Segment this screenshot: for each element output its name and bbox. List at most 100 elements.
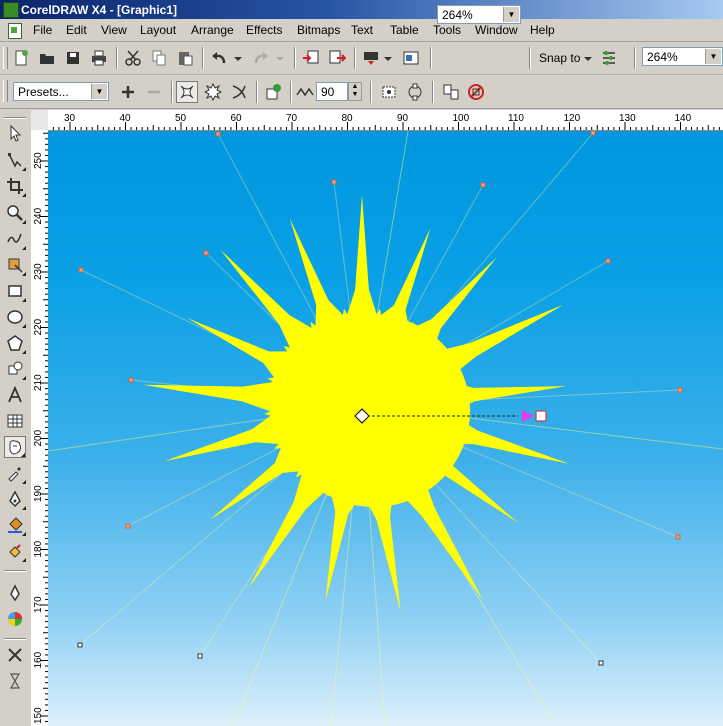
redo-button[interactable]: [250, 47, 272, 69]
polygon-tool-button[interactable]: [4, 332, 26, 354]
node-handle[interactable]: [215, 131, 221, 137]
pick-tool-button[interactable]: [4, 122, 26, 144]
menu-help[interactable]: Help: [530, 23, 555, 37]
node-handle[interactable]: [480, 182, 486, 188]
chevron-down-icon[interactable]: ▼: [503, 7, 519, 22]
presets-combo[interactable]: Presets... ▼: [13, 82, 109, 101]
menu-text[interactable]: Text: [351, 23, 373, 37]
convert-to-curves-button[interactable]: [404, 81, 426, 103]
horizontal-ruler[interactable]: 30 40 50 60 70 80 90 100 110 120 130 140: [48, 110, 723, 131]
menu-effects[interactable]: Effects: [246, 23, 282, 37]
ellipse-tool-button[interactable]: [4, 306, 26, 328]
paste-button[interactable]: [174, 47, 196, 69]
toolbar-grip[interactable]: [3, 47, 8, 69]
eyedropper-tool-button[interactable]: [4, 462, 26, 484]
text-tool-button[interactable]: [4, 384, 26, 406]
ruler-origin-corner[interactable]: [31, 110, 49, 131]
vertical-ruler[interactable]: 250 240 230 220 210 200 190 180 170 160 150: [31, 130, 49, 726]
copy-button[interactable]: [148, 47, 170, 69]
node-handle[interactable]: [331, 179, 337, 185]
zipper-distortion-button[interactable]: [202, 81, 224, 103]
copy-distortion-properties-button[interactable]: [440, 81, 462, 103]
menu-view[interactable]: View: [101, 23, 127, 37]
menu-file[interactable]: File: [33, 23, 52, 37]
toolbar-grip[interactable]: [3, 80, 8, 102]
snap-to-dropdown[interactable]: [582, 47, 594, 69]
color-palette-button[interactable]: [4, 608, 26, 630]
table-tool-button[interactable]: [4, 410, 26, 432]
node-handle[interactable]: [598, 660, 604, 666]
menu-arrange[interactable]: Arrange: [191, 23, 234, 37]
new-document-button[interactable]: [10, 47, 32, 69]
hourglass-button[interactable]: [4, 670, 26, 692]
export-button[interactable]: [326, 47, 348, 69]
options-button[interactable]: [598, 47, 620, 69]
add-preset-button[interactable]: [117, 81, 139, 103]
node-handle[interactable]: [125, 523, 131, 529]
amplitude-input[interactable]: 90: [316, 82, 348, 101]
drawing-canvas[interactable]: [48, 131, 723, 726]
redo-dropdown[interactable]: [274, 47, 286, 69]
toolbox-separator: [4, 638, 26, 640]
application-launcher-button[interactable]: [360, 47, 382, 69]
save-button[interactable]: [62, 47, 84, 69]
menu-bitmaps[interactable]: Bitmaps: [297, 23, 340, 37]
shape-tool-button[interactable]: [4, 149, 26, 171]
push-pull-distortion-button[interactable]: [176, 81, 198, 103]
fill-tool-button[interactable]: [4, 514, 26, 536]
node-handle[interactable]: [590, 131, 596, 136]
undo-button[interactable]: [208, 47, 230, 69]
delete-preset-button[interactable]: [143, 81, 165, 103]
no-fill-button[interactable]: [4, 644, 26, 666]
distortion-end-handle[interactable]: [535, 410, 547, 422]
clear-distortion-button[interactable]: [465, 81, 487, 103]
rectangle-tool-button[interactable]: [4, 280, 26, 302]
zoom-level-combo-2[interactable]: 264% ▼: [642, 47, 723, 66]
menu-window[interactable]: Window: [475, 23, 518, 37]
launcher-dropdown[interactable]: [382, 47, 394, 69]
node-handle[interactable]: [203, 250, 209, 256]
smart-fill-tool-button[interactable]: [4, 254, 26, 276]
snap-to-label[interactable]: Snap to: [539, 51, 580, 65]
open-button[interactable]: [36, 47, 58, 69]
menu-edit[interactable]: Edit: [66, 23, 87, 37]
chevron-down-icon[interactable]: ▼: [705, 49, 721, 64]
print-button[interactable]: [88, 47, 110, 69]
interactive-distort-tool-button[interactable]: [4, 436, 26, 458]
twister-distortion-button[interactable]: [228, 81, 250, 103]
menu-table[interactable]: Table: [390, 23, 419, 37]
distortion-arrow-icon[interactable]: [522, 410, 534, 422]
node-handle[interactable]: [605, 258, 611, 264]
sun-drawing[interactable]: [48, 131, 723, 726]
toolbox-grip[interactable]: [4, 117, 26, 119]
basic-shapes-tool-button[interactable]: [4, 358, 26, 380]
node-handle[interactable]: [78, 267, 84, 273]
chevron-down-icon[interactable]: ▼: [91, 84, 107, 99]
node-handle[interactable]: [675, 534, 681, 540]
zoom-level-combo[interactable]: 264% ▼: [437, 5, 521, 24]
node-handle[interactable]: [77, 642, 83, 648]
menu-layout[interactable]: Layout: [140, 23, 176, 37]
node-handle[interactable]: [197, 653, 203, 659]
document-icon[interactable]: [8, 23, 22, 39]
interactive-fill-tool-button[interactable]: [4, 540, 26, 562]
center-distortion-button[interactable]: [378, 81, 400, 103]
pen-tool-button[interactable]: [4, 582, 26, 604]
zoom-tool-button[interactable]: [4, 202, 26, 224]
node-handle[interactable]: [677, 387, 683, 393]
crop-tool-button[interactable]: [4, 175, 26, 197]
menu-tools[interactable]: Tools: [433, 23, 461, 37]
toolbox: [0, 110, 32, 726]
cut-button[interactable]: [122, 47, 144, 69]
ruler-label: 250: [33, 152, 44, 169]
node-handle[interactable]: [128, 377, 134, 383]
sun-shape[interactable]: [48, 131, 723, 726]
amplitude-spinner[interactable]: ▲ ▼: [348, 82, 362, 101]
freehand-tool-button[interactable]: [4, 228, 26, 250]
import-button[interactable]: [300, 47, 322, 69]
add-new-distortion-button[interactable]: [262, 81, 284, 103]
welcome-screen-button[interactable]: [400, 47, 422, 69]
coreldraw-app-icon[interactable]: [3, 2, 19, 18]
outline-tool-button[interactable]: [4, 488, 26, 510]
undo-dropdown[interactable]: [232, 47, 244, 69]
